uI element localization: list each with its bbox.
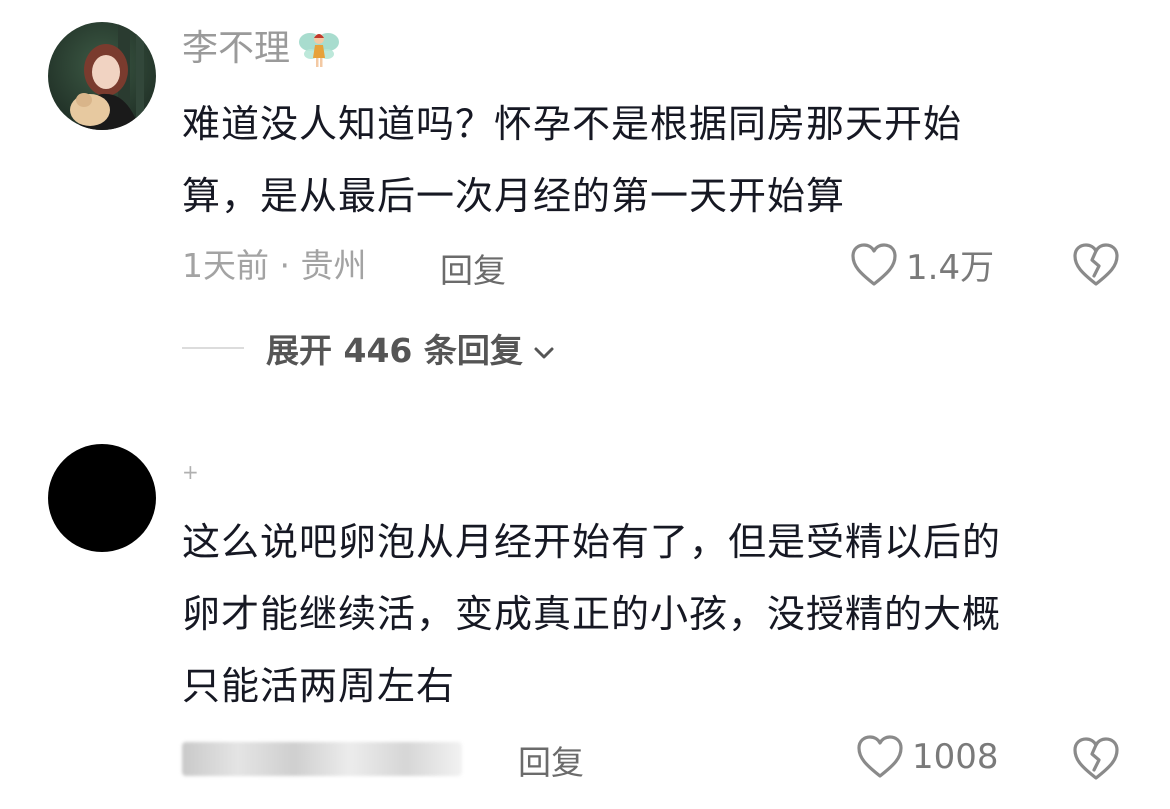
like-button[interactable]: 1008 bbox=[856, 734, 999, 780]
dislike-button[interactable] bbox=[1072, 736, 1120, 782]
comment-text-line: 只能活两周左右 bbox=[182, 664, 456, 708]
avatar[interactable] bbox=[48, 22, 156, 130]
reply-button[interactable]: 回复 bbox=[440, 244, 506, 292]
comment-text: 这么说吧卵泡从月经开始有了，但是受精以后的 卵才能继续活，变成真正的小孩，没授精… bbox=[182, 506, 1122, 722]
like-count: 1.4万 bbox=[906, 248, 995, 288]
comment-meta: 1天前 · 贵州 bbox=[182, 246, 367, 285]
dislike-button[interactable] bbox=[1072, 242, 1120, 288]
comment-text-line: 卵才能继续活，变成真正的小孩，没授精的大概 bbox=[182, 592, 1002, 636]
username[interactable]: + bbox=[182, 460, 199, 484]
avatar-image bbox=[48, 22, 156, 130]
expand-replies-button[interactable]: 展开 446 条回复 bbox=[182, 324, 557, 372]
username[interactable]: 李不理 bbox=[182, 26, 342, 72]
username-text: + bbox=[182, 460, 199, 484]
fairy-emoji-icon bbox=[296, 26, 342, 72]
comment-text-line: 难道没人知道吗？怀孕不是根据同房那天开始 bbox=[182, 102, 963, 146]
comment-text: 难道没人知道吗？怀孕不是根据同房那天开始 算，是从最后一次月经的第一天开始算 bbox=[182, 88, 1122, 232]
divider bbox=[182, 347, 244, 349]
heart-outline-icon bbox=[850, 242, 898, 288]
blurred-meta bbox=[182, 742, 462, 776]
comment-item: + 这么说吧卵泡从月经开始有了，但是受精以后的 卵才能继续活，变成真正的小孩，没… bbox=[0, 420, 1170, 809]
like-count: 1008 bbox=[912, 737, 999, 777]
heart-outline-icon bbox=[856, 734, 904, 780]
reply-button[interactable]: 回复 bbox=[518, 736, 584, 784]
like-button[interactable]: 1.4万 bbox=[850, 240, 994, 289]
expand-replies-label: 展开 446 条回复 bbox=[266, 331, 523, 370]
chevron-down-icon bbox=[531, 335, 557, 361]
broken-heart-icon bbox=[1072, 737, 1120, 786]
comment-text-line: 这么说吧卵泡从月经开始有了，但是受精以后的 bbox=[182, 520, 1002, 564]
avatar[interactable] bbox=[48, 444, 156, 552]
comment-item: 李不理 难道没人知道吗？怀孕不是根据同房那天开始 算，是从最后一次月经的第一天开… bbox=[0, 0, 1170, 400]
username-text: 李不理 bbox=[182, 28, 291, 69]
comment-text-line: 算，是从最后一次月经的第一天开始算 bbox=[182, 174, 846, 218]
broken-heart-icon bbox=[1072, 243, 1120, 292]
